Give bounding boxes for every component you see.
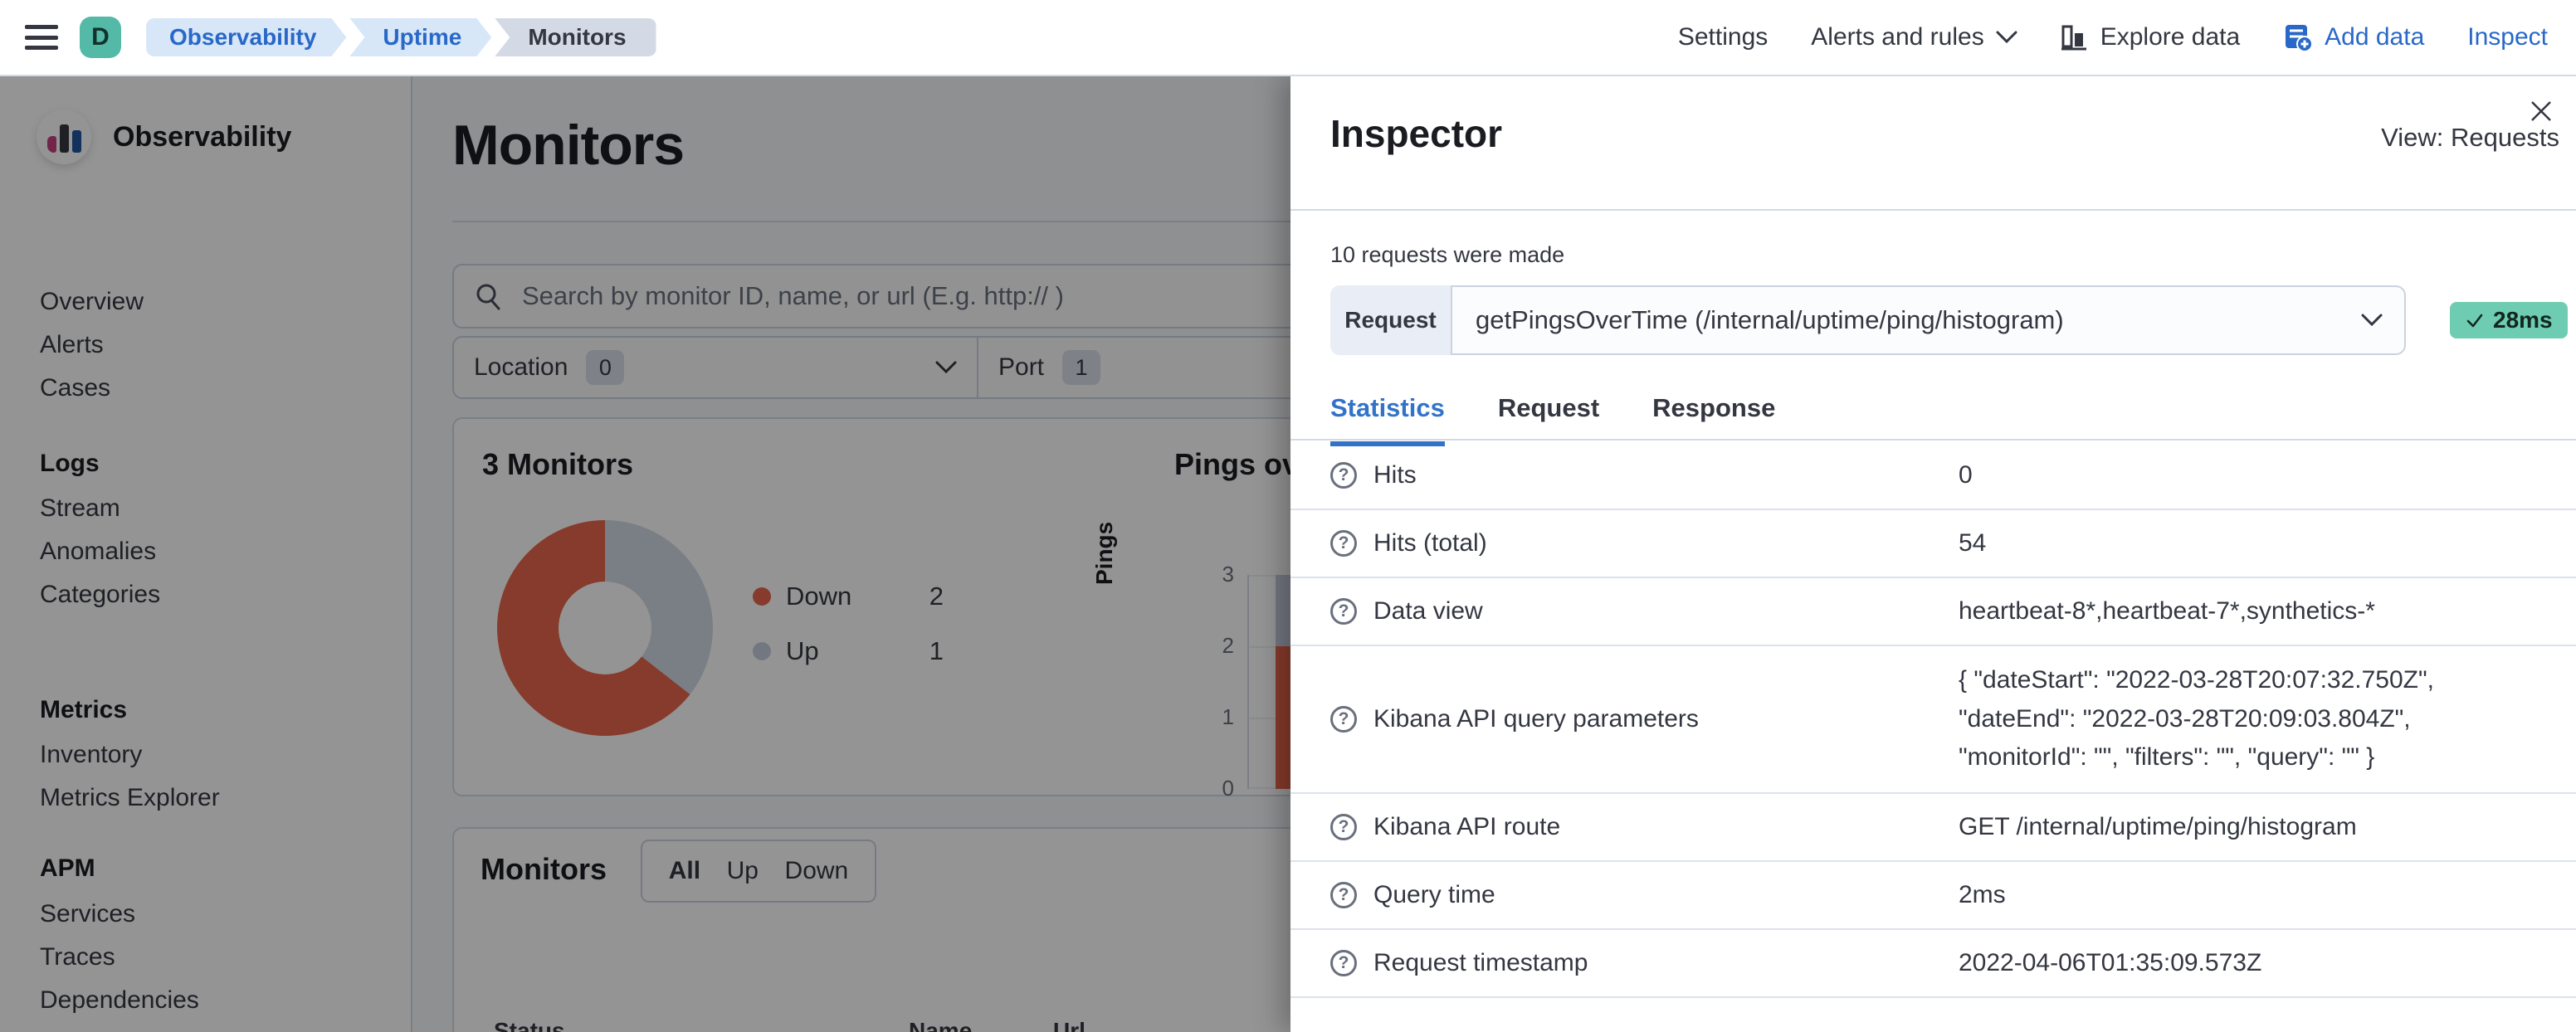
stat-label: Data view	[1373, 597, 1483, 625]
request-select-label: Request	[1330, 285, 1452, 355]
kibana-uptime-monitors-screen: D Observability Uptime Monitors Settings…	[0, 0, 2576, 1032]
breadcrumb-uptime[interactable]: Uptime	[349, 18, 491, 56]
space-avatar[interactable]: D	[80, 17, 121, 58]
stat-value: 2022-04-06T01:35:09.573Z	[1959, 948, 2262, 976]
stat-row-query-time: ? Query time 2ms	[1290, 862, 2576, 930]
duration-value: 28ms	[2493, 307, 2553, 333]
stat-label: Hits (total)	[1373, 529, 1487, 557]
settings-menu-item[interactable]: Settings	[1678, 23, 1768, 51]
request-duration-badge: 28ms	[2450, 302, 2568, 338]
explore-data-menu-item[interactable]: Explore data	[2061, 23, 2240, 51]
inspector-header-divider	[1290, 209, 2576, 211]
question-in-circle-icon: ?	[1330, 598, 1357, 625]
stat-row-hits-total: ? Hits (total) 54	[1290, 510, 2576, 578]
menu-hamburger-icon[interactable]	[25, 25, 58, 50]
question-in-circle-icon: ?	[1330, 462, 1357, 489]
chevron-down-icon	[1996, 31, 2017, 44]
inspector-flyout: Inspector View: Requests 10 requests wer…	[1290, 76, 2576, 1032]
breadcrumb: Observability Uptime Monitors	[146, 18, 660, 56]
top-menu: Settings Alerts and rules Explore data A…	[1678, 22, 2576, 52]
check-icon	[2466, 314, 2483, 328]
top-navigation-bar: D Observability Uptime Monitors Settings…	[0, 0, 2576, 76]
settings-label: Settings	[1677, 23, 1769, 51]
requests-made-text: 10 requests were made	[1330, 242, 1565, 267]
add-data-label: Add data	[2325, 23, 2425, 51]
request-select-value: getPingsOverTime (/internal/uptime/ping/…	[1476, 305, 2064, 334]
stat-row-request-timestamp: ? Request timestamp 2022-04-06T01:35:09.…	[1290, 930, 2576, 998]
inspect-menu-item[interactable]: Inspect	[2467, 23, 2548, 51]
stat-label: Hits	[1373, 461, 1417, 489]
stat-label: Query time	[1373, 881, 1495, 908]
stat-value: 2ms	[1959, 880, 2006, 908]
question-in-circle-icon: ?	[1330, 530, 1357, 557]
stat-value: heartbeat-8*,heartbeat-7*,synthetics-*	[1959, 596, 2375, 625]
breadcrumb-monitors: Monitors	[495, 18, 656, 56]
stat-row-query-parameters: ? Kibana API query parameters { "dateSta…	[1290, 646, 2576, 794]
request-select-group: Request getPingsOverTime (/internal/upti…	[1330, 285, 2406, 355]
inspector-title: Inspector	[1330, 112, 1503, 155]
chevron-down-icon	[2361, 314, 2383, 327]
question-in-circle-icon: ?	[1330, 882, 1357, 908]
inspector-view-selector[interactable]: View: Requests	[2381, 123, 2559, 153]
add-data-icon	[2286, 25, 2314, 52]
alerts-and-rules-label: Alerts and rules	[1811, 23, 1984, 51]
stat-value: GET /internal/uptime/ping/histogram	[1959, 812, 2357, 840]
request-select[interactable]: getPingsOverTime (/internal/uptime/ping/…	[1452, 285, 2406, 355]
inspector-tabs-divider	[1290, 439, 2576, 441]
question-in-circle-icon: ?	[1330, 706, 1357, 733]
stat-label: Kibana API route	[1373, 813, 1561, 840]
explore-data-label: Explore data	[2100, 23, 2241, 51]
statistics-table: ? Hits 0 ? Hits (total) 54 ? Data view h…	[1290, 442, 2576, 998]
question-in-circle-icon: ?	[1330, 814, 1357, 840]
breadcrumb-observability[interactable]: Observability	[146, 18, 346, 56]
stat-label: Kibana API query parameters	[1373, 705, 1699, 733]
stat-row-hits: ? Hits 0	[1290, 442, 2576, 510]
stat-row-api-route: ? Kibana API route GET /internal/uptime/…	[1290, 794, 2576, 862]
question-in-circle-icon: ?	[1330, 950, 1357, 976]
add-data-menu-item[interactable]: Add data	[2283, 22, 2424, 52]
stat-value: 54	[1959, 528, 1987, 557]
stat-row-data-view: ? Data view heartbeat-8*,heartbeat-7*,sy…	[1290, 578, 2576, 646]
stat-label: Request timestamp	[1373, 949, 1588, 976]
inspect-label: Inspect	[2467, 23, 2548, 51]
bar-chart-icon	[2061, 25, 2086, 51]
stat-value: 0	[1959, 460, 1973, 489]
stat-value: { "dateStart": "2022-03-28T20:07:32.750Z…	[1959, 666, 2434, 772]
alerts-and-rules-menu-item[interactable]: Alerts and rules	[1811, 23, 2017, 51]
